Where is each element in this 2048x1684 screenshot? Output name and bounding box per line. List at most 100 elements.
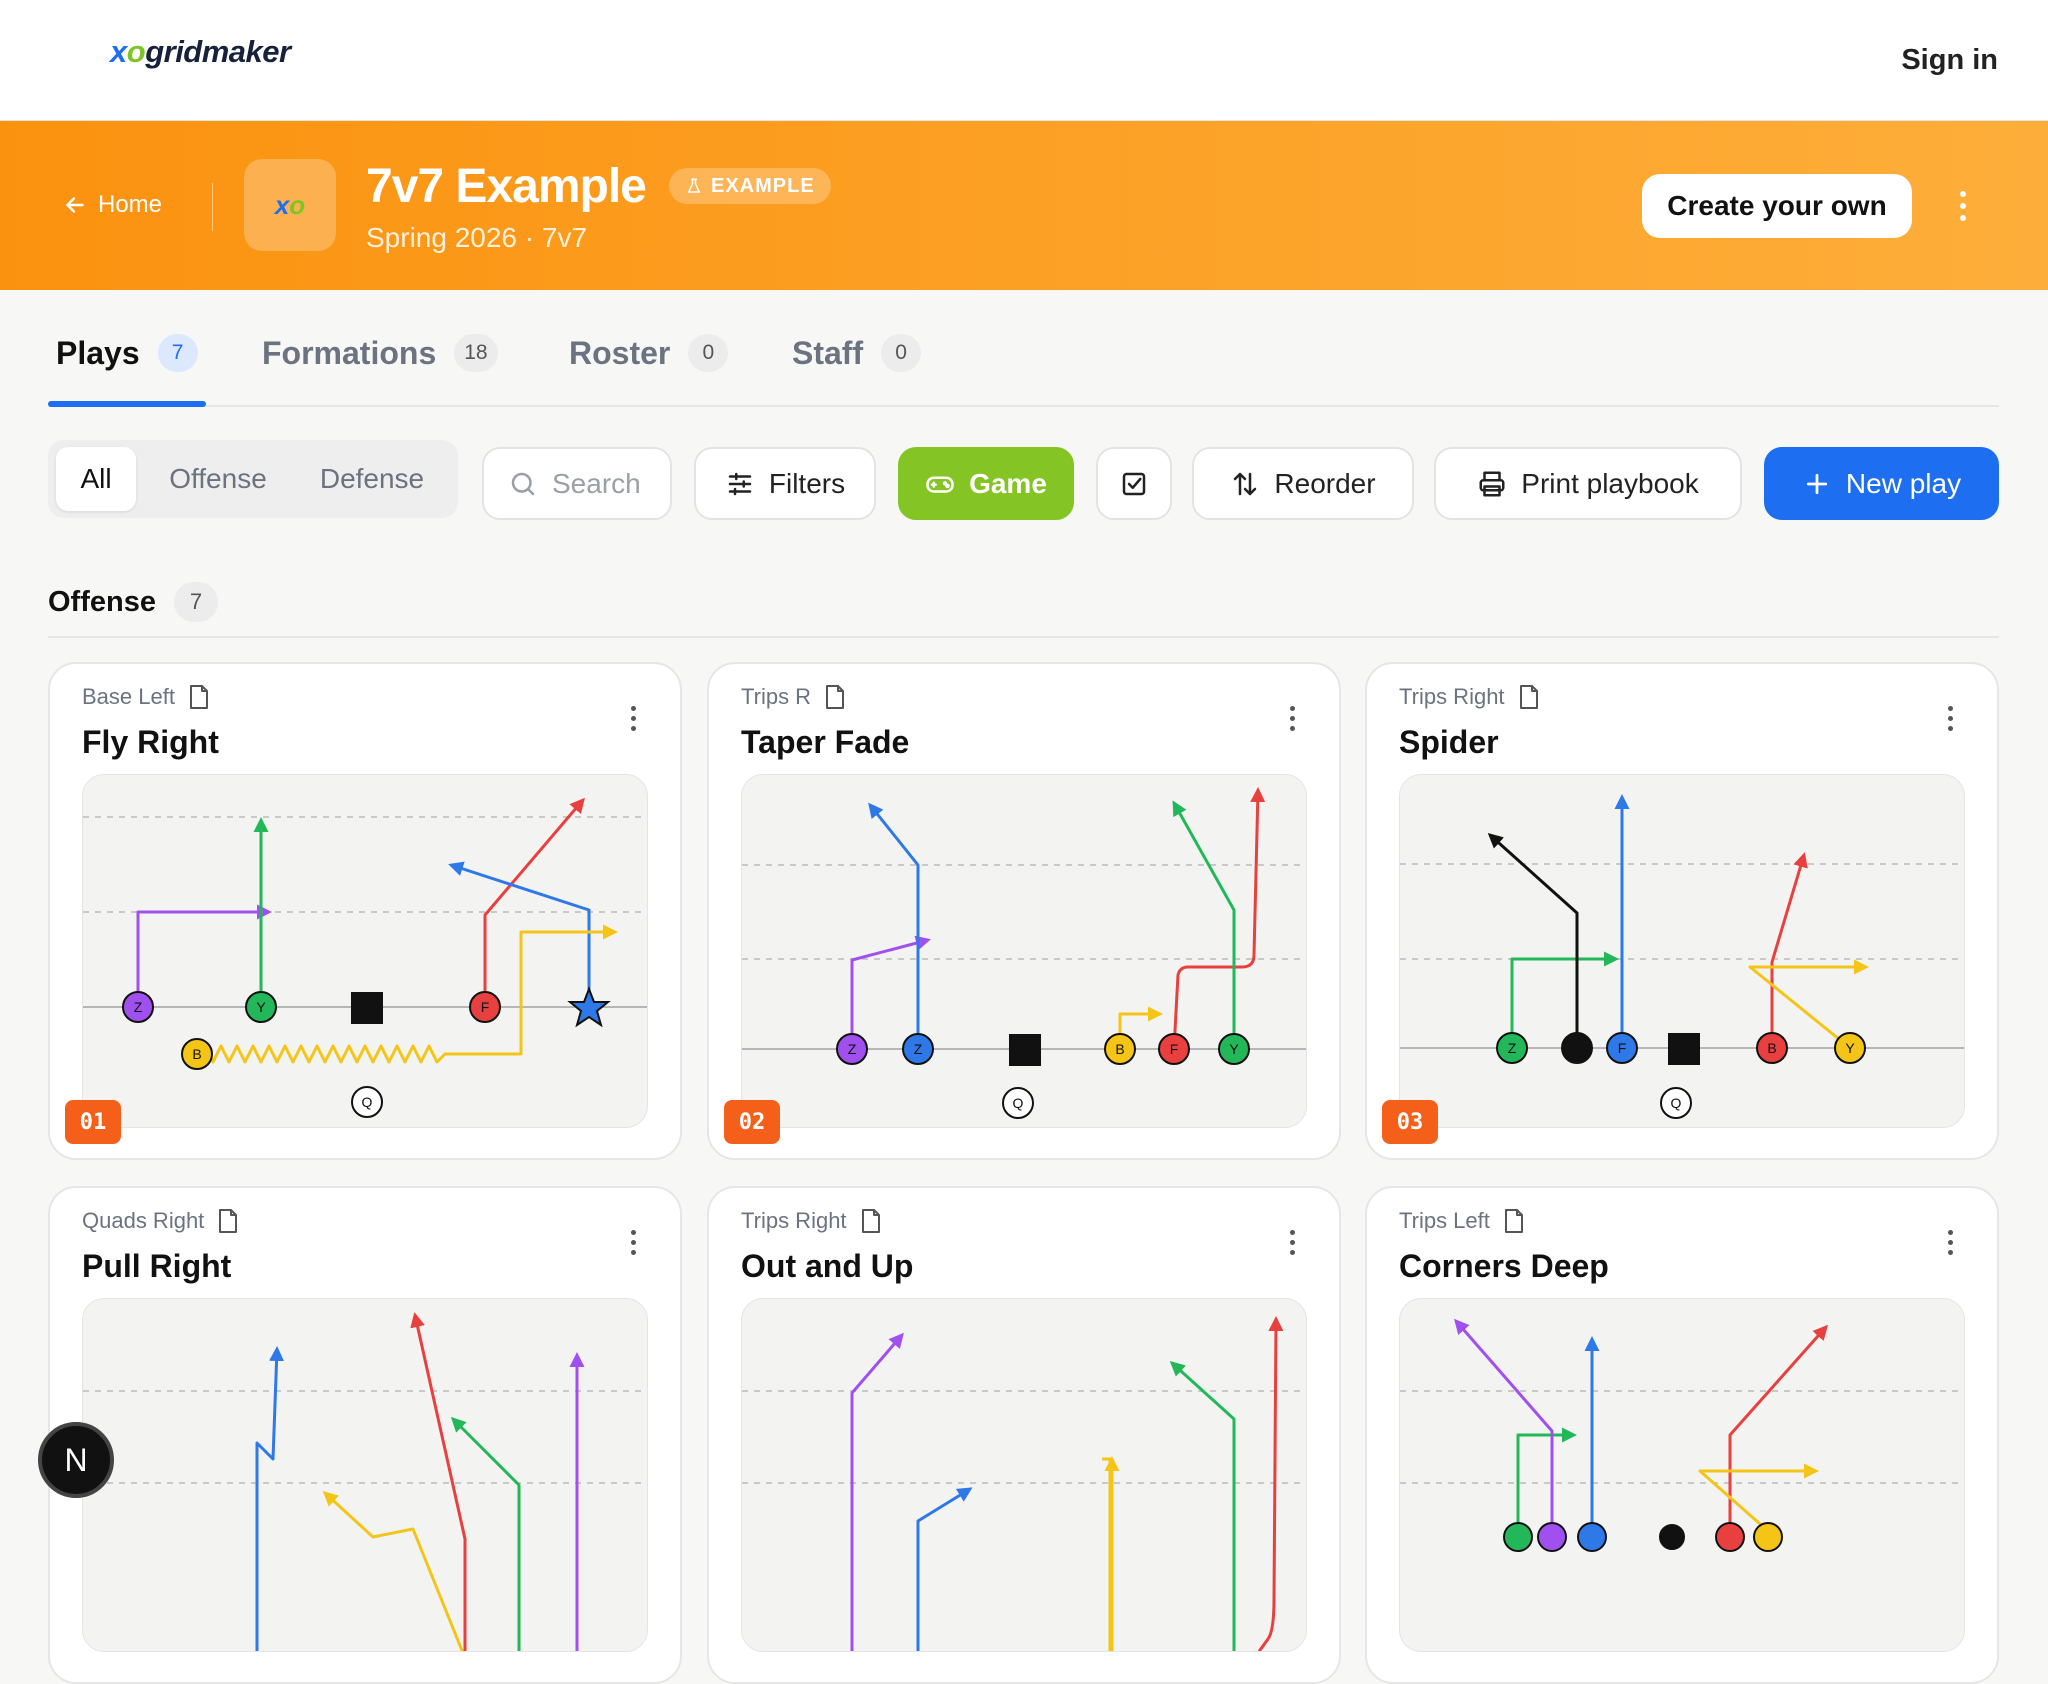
app-logo[interactable]: xogridmaker [110, 34, 291, 70]
play-number-badge: 02 [724, 1100, 780, 1144]
active-tab-indicator [48, 401, 206, 407]
create-your-own-button[interactable]: Create your own [1642, 174, 1912, 238]
play-number-badge: 03 [1382, 1100, 1438, 1144]
play-diagram: Z F B Y Q [1399, 774, 1965, 1128]
section-title: Offense [48, 586, 156, 618]
formation-label: Trips Left [1399, 1208, 1526, 1234]
filter-defense[interactable]: Defense [298, 447, 446, 511]
svg-text:Q: Q [1671, 1095, 1682, 1111]
play-name: Spider [1399, 724, 1499, 760]
document-icon [189, 685, 208, 709]
play-card[interactable]: Trips Left Corners Deep [1365, 1186, 1999, 1684]
svg-text:Z: Z [914, 1041, 923, 1057]
svg-text:F: F [1170, 1041, 1179, 1057]
tab-staff[interactable]: Staff 0 [792, 334, 922, 372]
team-banner: Home xo 7v7 Example EXAMPLE Spring 2026 … [0, 121, 2048, 290]
svg-text:Q: Q [1013, 1095, 1024, 1111]
play-card[interactable]: Quads Right Pull Right [48, 1186, 682, 1684]
svg-text:B: B [1115, 1041, 1124, 1057]
search-icon [511, 472, 535, 495]
divider [212, 183, 213, 231]
filter-all[interactable]: All [56, 447, 136, 511]
arrow-left-icon [66, 197, 84, 213]
tab-count: 7 [157, 334, 198, 372]
play-name: Fly Right [82, 724, 219, 760]
home-link[interactable]: Home [62, 191, 162, 219]
svg-text:B: B [1767, 1040, 1776, 1056]
card-menu-icon[interactable] [626, 1222, 640, 1262]
svg-text:Q: Q [362, 1094, 373, 1110]
search-placeholder: Search [552, 467, 641, 499]
svg-text:F: F [1618, 1040, 1627, 1056]
svg-text:Y: Y [1229, 1041, 1239, 1057]
formation-label: Quads Right [82, 1208, 240, 1234]
svg-text:Y: Y [1845, 1040, 1855, 1056]
card-menu-icon[interactable] [1285, 1222, 1299, 1262]
top-bar: xogridmaker Sign in [0, 0, 2048, 121]
card-menu-icon[interactable] [1943, 1222, 1957, 1262]
reorder-button[interactable]: Reorder [1192, 447, 1414, 520]
document-icon [826, 685, 845, 709]
play-card[interactable]: Trips R Taper Fade Z Z B F Y Q 02 [707, 662, 1341, 1160]
plus-icon [1806, 473, 1828, 494]
floating-dev-button[interactable]: N [38, 1422, 114, 1498]
play-card[interactable]: Base Left Fly Right Z Y F B Q 01 [48, 662, 682, 1160]
sliders-icon [728, 472, 752, 495]
play-diagram [1399, 1298, 1965, 1652]
tab-plays[interactable]: Plays 7 [56, 334, 198, 372]
section-count: 7 [173, 582, 218, 622]
home-label: Home [98, 191, 163, 218]
svg-text:Z: Z [134, 999, 143, 1015]
flask-icon [688, 178, 700, 193]
document-icon [1504, 1209, 1523, 1233]
card-menu-icon[interactable] [626, 698, 640, 738]
play-diagram [741, 1298, 1307, 1652]
tab-count: 0 [688, 334, 729, 372]
play-diagram: Z Z B F Y Q [741, 774, 1307, 1128]
tab-roster[interactable]: Roster 0 [569, 334, 729, 372]
sign-in-link[interactable]: Sign in [1901, 44, 1998, 77]
game-mode-button[interactable]: Game [898, 447, 1074, 520]
document-icon [219, 1209, 238, 1233]
svg-text:Z: Z [848, 1041, 857, 1057]
card-menu-icon[interactable] [1943, 698, 1957, 738]
svg-text:Y: Y [256, 999, 266, 1015]
gamepad-icon [926, 476, 954, 493]
formation-label: Trips R [741, 684, 847, 710]
page-title: 7v7 Example [366, 160, 647, 213]
svg-text:Z: Z [1508, 1040, 1517, 1056]
reorder-arrows-icon [1234, 472, 1257, 495]
document-icon [1519, 685, 1538, 709]
play-card[interactable]: Trips Right Out and Up [707, 1186, 1341, 1684]
play-name: Taper Fade [741, 724, 910, 760]
play-diagram [82, 1298, 648, 1652]
checkbox-icon [1122, 472, 1146, 495]
filters-button[interactable]: Filters [694, 447, 876, 520]
new-play-button[interactable]: New play [1764, 447, 1999, 520]
tab-bar: Plays 7 Formations 18 Roster 0 Staff 0 [48, 318, 1999, 407]
play-name: Pull Right [82, 1248, 232, 1284]
svg-text:F: F [481, 999, 490, 1015]
printer-icon [1479, 471, 1505, 496]
play-name: Corners Deep [1399, 1248, 1609, 1284]
card-menu-icon[interactable] [1285, 698, 1299, 738]
search-input[interactable]: Search [482, 447, 672, 520]
example-badge: EXAMPLE [669, 168, 831, 204]
team-subtitle: Spring 2026 · 7v7 [366, 222, 588, 253]
tab-count: 0 [881, 334, 922, 372]
more-menu-icon[interactable] [1948, 181, 1978, 231]
tab-formations[interactable]: Formations 18 [262, 334, 498, 372]
formation-label: Trips Right [1399, 684, 1541, 710]
formation-label: Base Left [82, 684, 211, 710]
side-filter-segmented: All Offense Defense [48, 440, 458, 518]
play-card[interactable]: Trips Right Spider Z F B Y Q 03 [1365, 662, 1999, 1160]
section-header-offense: Offense 7 [48, 582, 1999, 638]
document-icon [861, 1209, 880, 1233]
play-number-badge: 01 [65, 1100, 121, 1144]
print-playbook-button[interactable]: Print playbook [1434, 447, 1742, 520]
play-diagram: Z Y F B Q [82, 774, 648, 1128]
formation-label: Trips Right [741, 1208, 883, 1234]
select-mode-button[interactable] [1096, 447, 1172, 520]
filter-offense[interactable]: Offense [148, 447, 288, 511]
team-logo: xo [244, 159, 336, 251]
